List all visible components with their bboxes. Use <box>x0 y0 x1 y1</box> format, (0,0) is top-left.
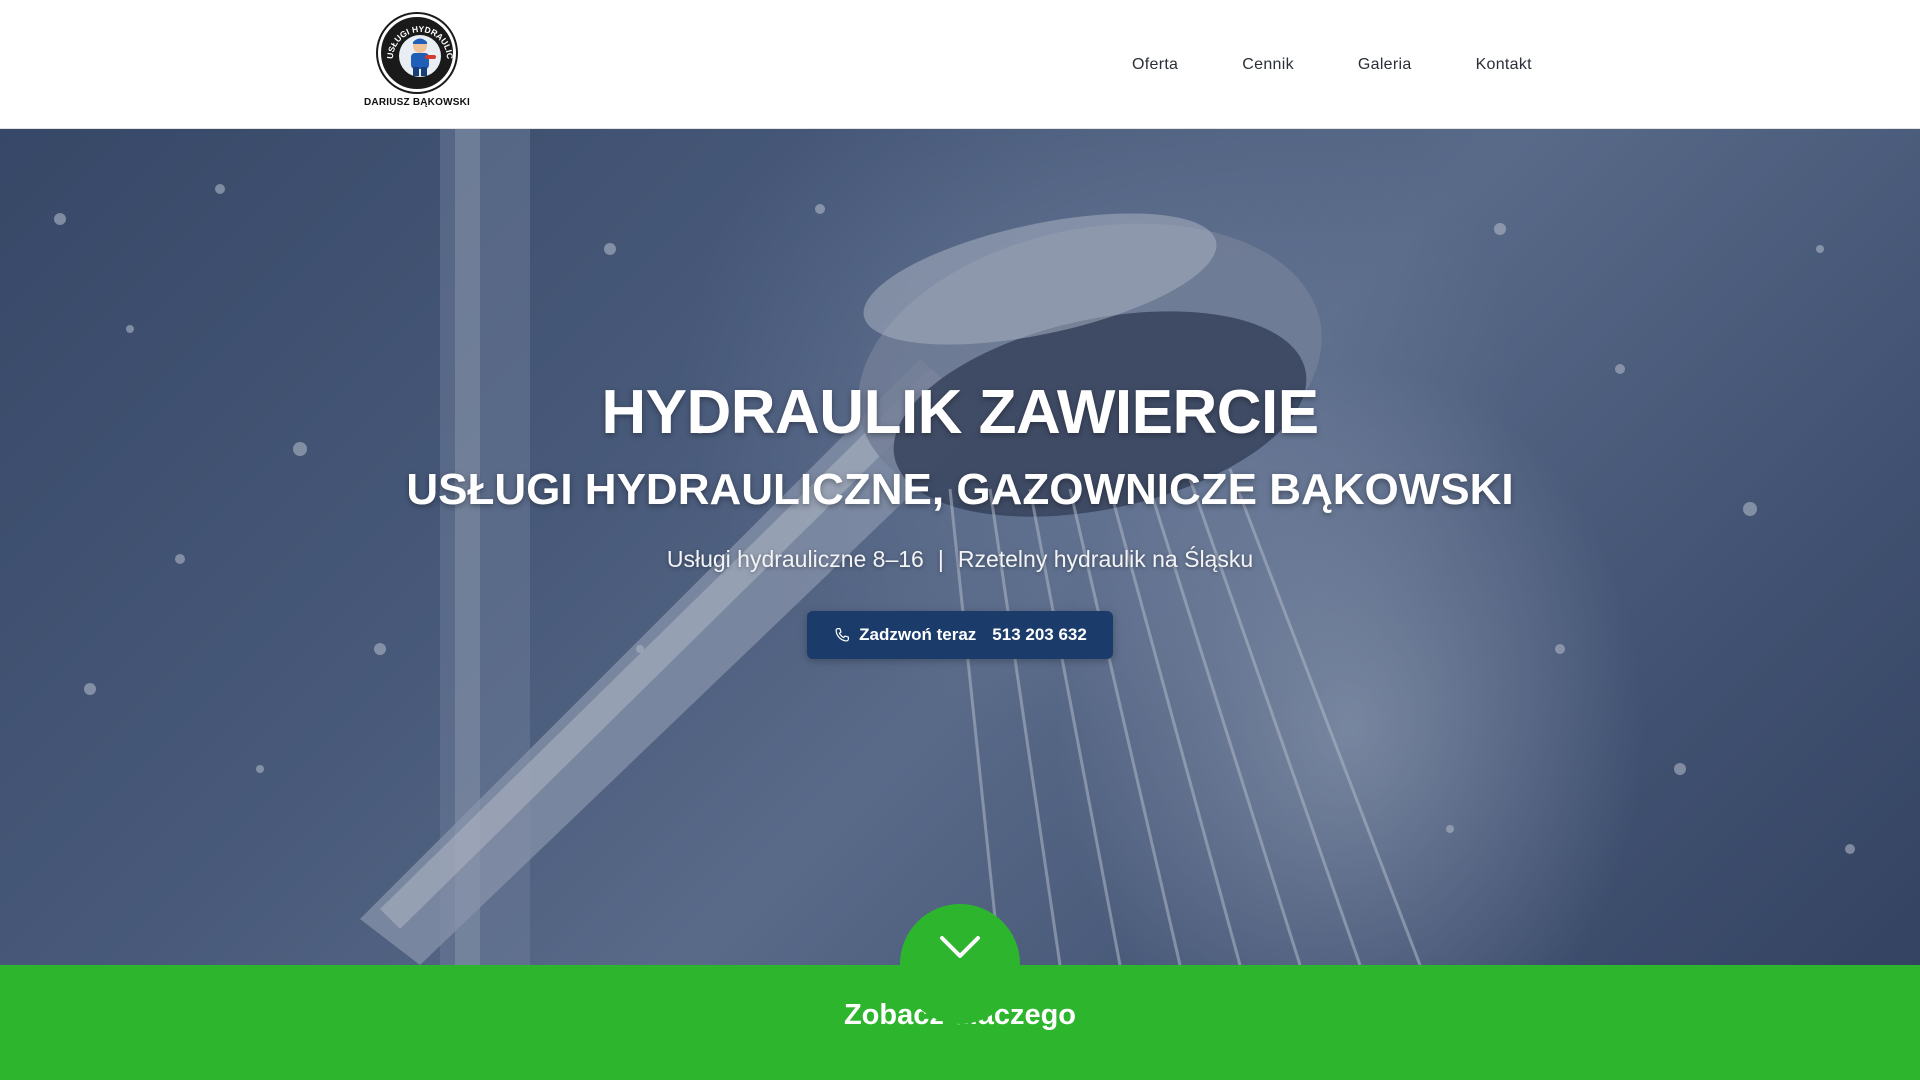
scroll-down-button[interactable] <box>900 904 1020 1024</box>
site-logo[interactable]: USŁUGI HYDRAULICZNE DARIUSZ BĄKOWSKI <box>364 14 470 110</box>
phone-icon <box>835 628 850 642</box>
tagline-hours: Usługi hydrauliczne 8–16 <box>666 546 924 572</box>
hero-title: HYDRAULIK ZAWIERCIE <box>601 378 1319 447</box>
nav-item-kontakt[interactable]: Kontakt <box>1444 56 1564 74</box>
hero-content: HYDRAULIK ZAWIERCIE USŁUGI HYDRAULICZNE,… <box>0 129 1920 965</box>
hero-section: HYDRAULIK ZAWIERCIE USŁUGI HYDRAULICZNE,… <box>0 129 1920 965</box>
nav-item-galeria[interactable]: Galeria <box>1326 56 1444 74</box>
logo-caption: DARIUSZ BĄKOWSKI <box>364 97 470 108</box>
tagline-region: Rzetelny hydraulik na Śląsku <box>957 546 1254 572</box>
tagline-separator: | <box>937 546 944 572</box>
site-header: USŁUGI HYDRAULICZNE DARIUSZ BĄKOWSKI Ofe… <box>0 0 1920 129</box>
nav-item-cennik[interactable]: Cennik <box>1210 56 1326 74</box>
call-button-label: Zadzwoń teraz <box>859 625 977 644</box>
main-nav: Oferta Cennik Galeria Kontakt <box>1100 0 1564 129</box>
call-now-button[interactable]: Zadzwoń teraz 513 203 632 <box>807 611 1113 659</box>
hero-tagline: Usługi hydrauliczne 8–16 | Rzetelny hydrau… <box>0 546 1920 573</box>
logo-badge-icon: USŁUGI HYDRAULICZNE <box>378 14 456 92</box>
hero-subtitle: USŁUGI HYDRAULICZNE, GAZOWNICZE BĄKOWSKI <box>406 465 1514 514</box>
call-button-phone: 513 203 632 <box>992 625 1087 644</box>
chevron-down-icon <box>940 936 980 958</box>
nav-item-oferta[interactable]: Oferta <box>1100 56 1210 74</box>
